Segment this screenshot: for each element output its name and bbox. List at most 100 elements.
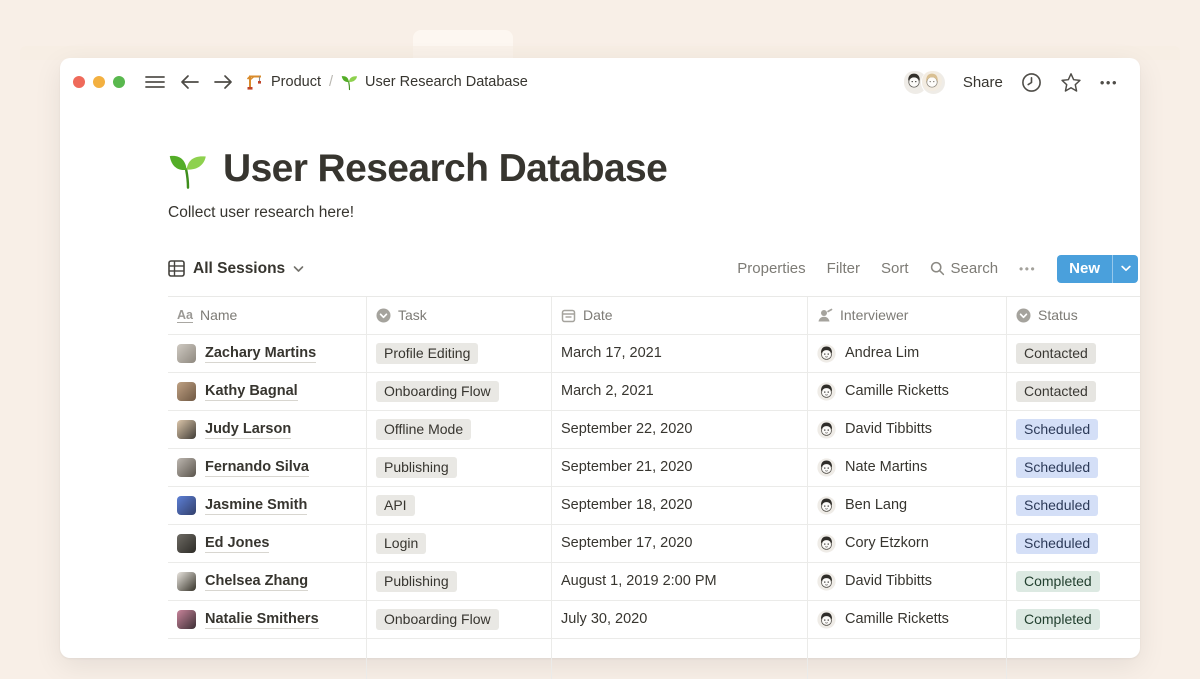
more-options-icon[interactable]: ••• — [1100, 75, 1118, 90]
table-row[interactable]: Natalie Smithers Onboarding Flow July 30… — [168, 601, 1140, 639]
task-tag: API — [376, 495, 415, 516]
task-tag: Publishing — [376, 571, 457, 592]
status-badge: Scheduled — [1016, 419, 1098, 440]
interviewer-avatar — [817, 534, 836, 553]
search-button[interactable]: Search — [930, 260, 999, 277]
table-row[interactable]: Ed Jones Login September 17, 2020 Cory E… — [168, 525, 1140, 563]
breadcrumb: Product / User Research Database — [246, 73, 528, 91]
interviewer-name: Camille Ricketts — [845, 383, 949, 399]
contact-photo — [177, 572, 196, 591]
interviewer-name: David Tibbitts — [845, 421, 932, 437]
contact-photo — [177, 496, 196, 515]
name-page-link[interactable]: Natalie Smithers — [205, 610, 319, 629]
toolbar-more-icon[interactable]: ••• — [1019, 262, 1036, 276]
table-row[interactable]: Judy Larson Offline Mode September 22, 2… — [168, 411, 1140, 449]
titlebar-actions: Share ••• — [903, 70, 1118, 95]
column-header-date[interactable]: Date — [552, 297, 808, 334]
contact-photo — [177, 382, 196, 401]
task-tag: Onboarding Flow — [376, 381, 499, 402]
seedling-icon-small — [341, 74, 358, 91]
interviewer-name: Ben Lang — [845, 497, 907, 513]
column-label: Task — [398, 307, 427, 323]
name-page-link[interactable]: Zachary Martins — [205, 344, 316, 363]
table-row[interactable]: Fernando Silva Publishing September 21, … — [168, 449, 1140, 487]
text-property-icon: Aa — [177, 308, 193, 323]
interviewer-name: Camille Ricketts — [845, 611, 949, 627]
task-tag: Publishing — [376, 457, 457, 478]
properties-button[interactable]: Properties — [737, 260, 805, 277]
breadcrumb-product[interactable]: Product — [271, 74, 321, 90]
close-window-button[interactable] — [73, 76, 85, 88]
zoom-window-button[interactable] — [113, 76, 125, 88]
interviewer-name: Nate Martins — [845, 459, 927, 475]
column-label: Name — [200, 307, 237, 323]
sidebar-menu-icon[interactable] — [145, 74, 165, 90]
contact-photo — [177, 458, 196, 477]
status-badge: Scheduled — [1016, 533, 1098, 554]
table-row[interactable]: Jasmine Smith API September 18, 2020 Ben… — [168, 487, 1140, 525]
window-titlebar: Product / User Research Database Share — [60, 58, 1140, 106]
filter-button[interactable]: Filter — [827, 260, 860, 277]
name-page-link[interactable]: Judy Larson — [205, 420, 291, 439]
database-table: Aa Name Task Date — [168, 296, 1140, 679]
column-label: Date — [583, 307, 613, 323]
interviewer-avatar — [817, 382, 836, 401]
date-value: March 2, 2021 — [561, 383, 654, 399]
name-page-link[interactable]: Jasmine Smith — [205, 496, 307, 515]
column-header-task[interactable]: Task — [367, 297, 552, 334]
minimize-window-button[interactable] — [93, 76, 105, 88]
select-property-icon — [1016, 308, 1031, 323]
search-label: Search — [951, 260, 999, 277]
date-value: September 17, 2020 — [561, 535, 692, 551]
person-property-icon — [817, 308, 833, 323]
page-title-block: User Research Database — [168, 148, 1140, 191]
table-row[interactable]: Chelsea Zhang Publishing August 1, 2019 … — [168, 563, 1140, 601]
view-switcher[interactable]: All Sessions — [168, 260, 304, 278]
forward-arrow-icon[interactable] — [214, 74, 233, 90]
contact-photo — [177, 610, 196, 629]
contact-photo — [177, 420, 196, 439]
name-page-link[interactable]: Fernando Silva — [205, 458, 309, 477]
table-row-partial — [168, 639, 1140, 679]
select-property-icon — [376, 308, 391, 323]
view-name: All Sessions — [193, 260, 285, 278]
seedling-icon-large[interactable] — [168, 151, 208, 191]
interviewer-avatar — [817, 496, 836, 515]
column-header-name[interactable]: Aa Name — [168, 297, 367, 334]
contact-photo — [177, 534, 196, 553]
table-body: Zachary Martins Profile Editing March 17… — [168, 335, 1140, 639]
breadcrumb-page[interactable]: User Research Database — [365, 74, 528, 90]
task-tag: Profile Editing — [376, 343, 478, 364]
date-value: July 30, 2020 — [561, 611, 647, 627]
page-subtitle: Collect user research here! — [168, 204, 1140, 222]
new-dropdown-button[interactable] — [1112, 255, 1138, 283]
task-tag: Onboarding Flow — [376, 609, 499, 630]
collaborator-avatar[interactable] — [921, 70, 946, 95]
interviewer-avatar — [817, 572, 836, 591]
history-clock-icon[interactable] — [1021, 72, 1042, 93]
name-page-link[interactable]: Kathy Bagnal — [205, 382, 298, 401]
search-icon — [930, 261, 945, 276]
new-button[interactable]: New — [1057, 255, 1112, 283]
table-row[interactable]: Kathy Bagnal Onboarding Flow March 2, 20… — [168, 373, 1140, 411]
table-row[interactable]: Zachary Martins Profile Editing March 17… — [168, 335, 1140, 373]
chevron-down-icon — [293, 265, 304, 273]
column-header-status[interactable]: Status — [1007, 297, 1140, 334]
interviewer-name: David Tibbitts — [845, 573, 932, 589]
page-title: User Research Database — [223, 148, 667, 191]
name-page-link[interactable]: Ed Jones — [205, 534, 269, 553]
column-header-interviewer[interactable]: Interviewer — [808, 297, 1007, 334]
name-page-link[interactable]: Chelsea Zhang — [205, 572, 308, 591]
back-arrow-icon[interactable] — [180, 74, 199, 90]
new-button-group: New — [1057, 255, 1138, 283]
status-badge: Contacted — [1016, 343, 1096, 364]
share-button[interactable]: Share — [963, 74, 1003, 91]
interviewer-name: Andrea Lim — [845, 345, 919, 361]
interviewer-avatar — [817, 458, 836, 477]
favorite-star-icon[interactable] — [1060, 72, 1082, 93]
sort-button[interactable]: Sort — [881, 260, 909, 277]
status-badge: Scheduled — [1016, 457, 1098, 478]
interviewer-avatar — [817, 344, 836, 363]
toolbar-actions: Properties Filter Sort Search ••• New — [737, 255, 1140, 283]
column-label: Status — [1038, 307, 1078, 323]
